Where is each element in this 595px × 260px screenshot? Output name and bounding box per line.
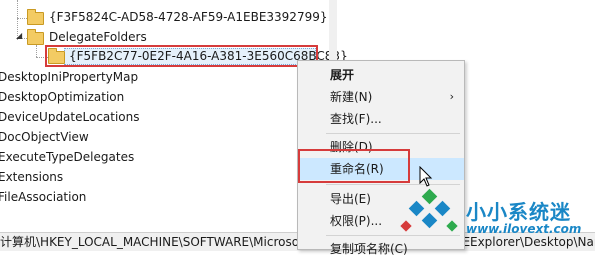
tree-line xyxy=(17,18,27,19)
menu-item-find[interactable]: 查找(F)... xyxy=(298,108,464,130)
watermark-url: www.ilovext.com xyxy=(466,222,582,236)
menu-item-expand[interactable]: 展开 xyxy=(298,64,464,86)
tree-node[interactable]: DeviceUpdateLocations xyxy=(0,108,140,126)
menu-separator xyxy=(326,133,460,134)
menu-item-new-label: 新建(N) xyxy=(330,90,373,104)
tree-node[interactable]: DocObjectView xyxy=(0,128,89,146)
tree-node[interactable]: FileAssociation xyxy=(0,188,86,206)
tree-node[interactable]: DesktopIniPropertyMap xyxy=(0,68,138,86)
folder-icon xyxy=(27,29,44,45)
folder-icon xyxy=(27,9,44,25)
tree-node[interactable]: ExecuteTypeDelegates xyxy=(0,148,134,166)
red-highlight-box xyxy=(298,149,410,183)
mouse-cursor-icon xyxy=(419,166,433,187)
collapse-arrow-icon[interactable]: ◢ xyxy=(16,31,22,41)
menu-separator xyxy=(326,184,460,185)
menu-item-new[interactable]: 新建(N) › xyxy=(298,86,464,108)
watermark-name: 小小系统迷 xyxy=(466,200,571,224)
registry-tree: {F3F5824C-AD58-4728-AF59-A1EBE3392799} ◢… xyxy=(0,0,348,232)
chevron-right-icon: › xyxy=(449,90,454,103)
red-highlight-box xyxy=(45,45,318,67)
tree-line xyxy=(36,45,37,57)
watermark-logo: 小小系统迷 www.ilovext.com xyxy=(400,188,595,238)
windows-diamond-icon xyxy=(400,188,458,232)
tree-node[interactable]: Extensions xyxy=(0,168,63,186)
tree-node[interactable]: DesktopOptimization xyxy=(0,88,124,106)
menu-item-copy-key-name[interactable]: 复制项名称(C) xyxy=(298,238,464,260)
